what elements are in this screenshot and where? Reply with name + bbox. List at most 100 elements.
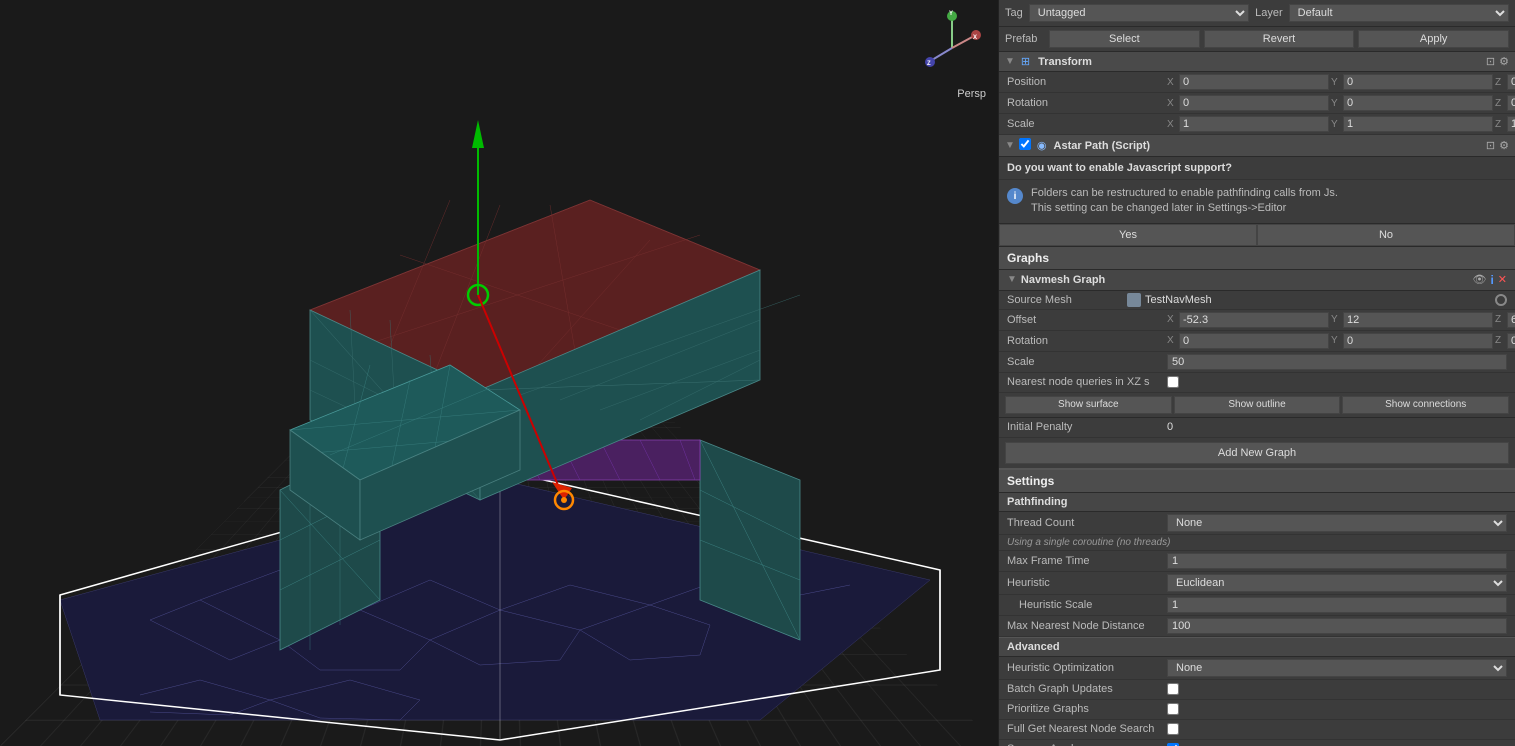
prefab-select-button[interactable]: Select	[1049, 30, 1200, 48]
offset-z-input[interactable]	[1507, 312, 1515, 328]
prefab-label: Prefab	[1005, 33, 1045, 45]
show-surface-button[interactable]: Show surface	[1005, 396, 1172, 414]
thread-count-row: Thread Count None	[999, 512, 1515, 535]
full-get-nearest-checkbox[interactable]	[1167, 723, 1179, 735]
astar-checkbox-container	[1019, 138, 1031, 153]
info-box: i Folders can be restructured to enable …	[999, 180, 1515, 224]
grot-x-input[interactable]	[1179, 333, 1329, 349]
info-text: Folders can be restructured to enable pa…	[1031, 186, 1338, 217]
grot-x-label: X	[1167, 335, 1179, 346]
layer-select[interactable]: Default	[1289, 4, 1509, 22]
rotation-row: Rotation X Y Z	[999, 93, 1515, 114]
thread-count-select[interactable]: None	[1167, 514, 1507, 532]
scale-x-input[interactable]	[1179, 116, 1329, 132]
heuristic-row: Heuristic Euclidean	[999, 572, 1515, 595]
astar-title: Astar Path (Script)	[1054, 140, 1151, 152]
heuristic-select[interactable]: Euclidean	[1167, 574, 1507, 592]
svg-text:X: X	[973, 35, 977, 41]
transform-header: ▼ ⊞ Transform ⊡ ⚙	[999, 52, 1515, 72]
tag-layer-bar: Tag Untagged Layer Default	[999, 0, 1515, 27]
offset-x-label: X	[1167, 314, 1179, 325]
max-nearest-input[interactable]	[1167, 618, 1507, 634]
navmesh-title: Navmesh Graph	[1021, 274, 1469, 286]
pos-x-label: X	[1167, 77, 1179, 88]
heuristic-opt-label: Heuristic Optimization	[1007, 662, 1167, 674]
heuristic-scale-input[interactable]	[1167, 597, 1507, 613]
js-question-text: Do you want to enable Javascript support…	[1007, 162, 1232, 174]
transform-arrow: ▼	[1005, 56, 1015, 67]
grot-z-label: Z	[1495, 335, 1507, 346]
yes-no-row: Yes No	[999, 224, 1515, 247]
scale-z-input[interactable]	[1507, 116, 1515, 132]
grot-y-input[interactable]	[1343, 333, 1493, 349]
info-line2: This setting can be changed later in Set…	[1031, 201, 1338, 216]
rotation-y-input[interactable]	[1343, 95, 1493, 111]
prefab-revert-button[interactable]: Revert	[1204, 30, 1355, 48]
mesh-thumbnail-icon	[1127, 293, 1141, 307]
advanced-header: Advanced	[999, 637, 1515, 657]
transform-icon: ⊞	[1021, 55, 1030, 68]
astar-gear-icon[interactable]: ⚙	[1499, 139, 1509, 152]
position-z-input[interactable]	[1507, 74, 1515, 90]
tag-select[interactable]: Untagged	[1029, 4, 1249, 22]
show-buttons-row: Show surface Show outline Show connectio…	[999, 393, 1515, 418]
transform-gear-icon[interactable]: ⚙	[1499, 55, 1509, 68]
heuristic-scale-label: Heuristic Scale	[1007, 599, 1167, 611]
show-connections-button[interactable]: Show connections	[1342, 396, 1509, 414]
navmesh-close-icon[interactable]: ✕	[1498, 273, 1507, 287]
source-mesh-value: TestNavMesh	[1145, 294, 1212, 306]
source-mesh-picker[interactable]	[1495, 294, 1507, 306]
add-new-graph-button[interactable]: Add New Graph	[1005, 442, 1509, 464]
viewport[interactable]: Y X Z Persp	[0, 0, 998, 746]
graphs-scale-label: Scale	[1007, 356, 1167, 368]
rotation-z-input[interactable]	[1507, 95, 1515, 111]
layer-label: Layer	[1255, 7, 1283, 19]
scan-on-awake-row: Scan on Awake	[999, 740, 1515, 746]
scale-y-label: Y	[1331, 119, 1343, 130]
rotation-x-input[interactable]	[1179, 95, 1329, 111]
tag-label: Tag	[1005, 7, 1023, 19]
graphs-scale-input[interactable]	[1167, 354, 1507, 370]
initial-penalty-row: Initial Penalty 0	[999, 418, 1515, 438]
position-x-input[interactable]	[1179, 74, 1329, 90]
position-label: Position	[1007, 76, 1167, 88]
max-nearest-row: Max Nearest Node Distance	[999, 616, 1515, 637]
initial-penalty-label: Initial Penalty	[1007, 421, 1167, 433]
navmesh-eye-icon[interactable]: 👁	[1472, 273, 1486, 287]
scale-x-label: X	[1167, 119, 1179, 130]
heuristic-scale-row: Heuristic Scale	[999, 595, 1515, 616]
max-frame-time-input[interactable]	[1167, 553, 1507, 569]
max-nearest-label: Max Nearest Node Distance	[1007, 620, 1167, 632]
graphs-title: Graphs	[999, 247, 1515, 270]
initial-penalty-value: 0	[1167, 421, 1173, 433]
yes-button[interactable]: Yes	[999, 224, 1257, 246]
heuristic-opt-select[interactable]: None	[1167, 659, 1507, 677]
prefab-apply-button[interactable]: Apply	[1358, 30, 1509, 48]
batch-graph-checkbox[interactable]	[1167, 683, 1179, 695]
astar-header: ▼ ◉ Astar Path (Script) ⊡ ⚙	[999, 135, 1515, 157]
info-line1: Folders can be restructured to enable pa…	[1031, 186, 1338, 201]
offset-y-input[interactable]	[1343, 312, 1493, 328]
offset-z-label: Z	[1495, 314, 1507, 325]
scale-row: Scale X Y Z	[999, 114, 1515, 135]
info-icon: i	[1007, 188, 1023, 204]
astar-enable-checkbox[interactable]	[1019, 138, 1031, 150]
persp-label: Persp	[957, 88, 986, 100]
nearest-queries-checkbox[interactable]	[1167, 376, 1179, 388]
scale-y-input[interactable]	[1343, 116, 1493, 132]
thread-count-label: Thread Count	[1007, 517, 1167, 529]
rot-x-label: X	[1167, 98, 1179, 109]
show-outline-button[interactable]: Show outline	[1174, 396, 1341, 414]
no-button[interactable]: No	[1257, 224, 1515, 246]
position-row: Position X Y Z	[999, 72, 1515, 93]
navmesh-info-icon[interactable]: i	[1490, 273, 1493, 287]
position-y-input[interactable]	[1343, 74, 1493, 90]
astar-arrow: ▼	[1005, 140, 1015, 151]
offset-x-input[interactable]	[1179, 312, 1329, 328]
grot-z-input[interactable]	[1507, 333, 1515, 349]
js-question-row: Do you want to enable Javascript support…	[999, 157, 1515, 180]
max-frame-time-row: Max Frame Time	[999, 551, 1515, 572]
full-get-nearest-row: Full Get Nearest Node Search	[999, 720, 1515, 740]
transform-title: Transform	[1038, 56, 1092, 68]
prioritize-graphs-checkbox[interactable]	[1167, 703, 1179, 715]
